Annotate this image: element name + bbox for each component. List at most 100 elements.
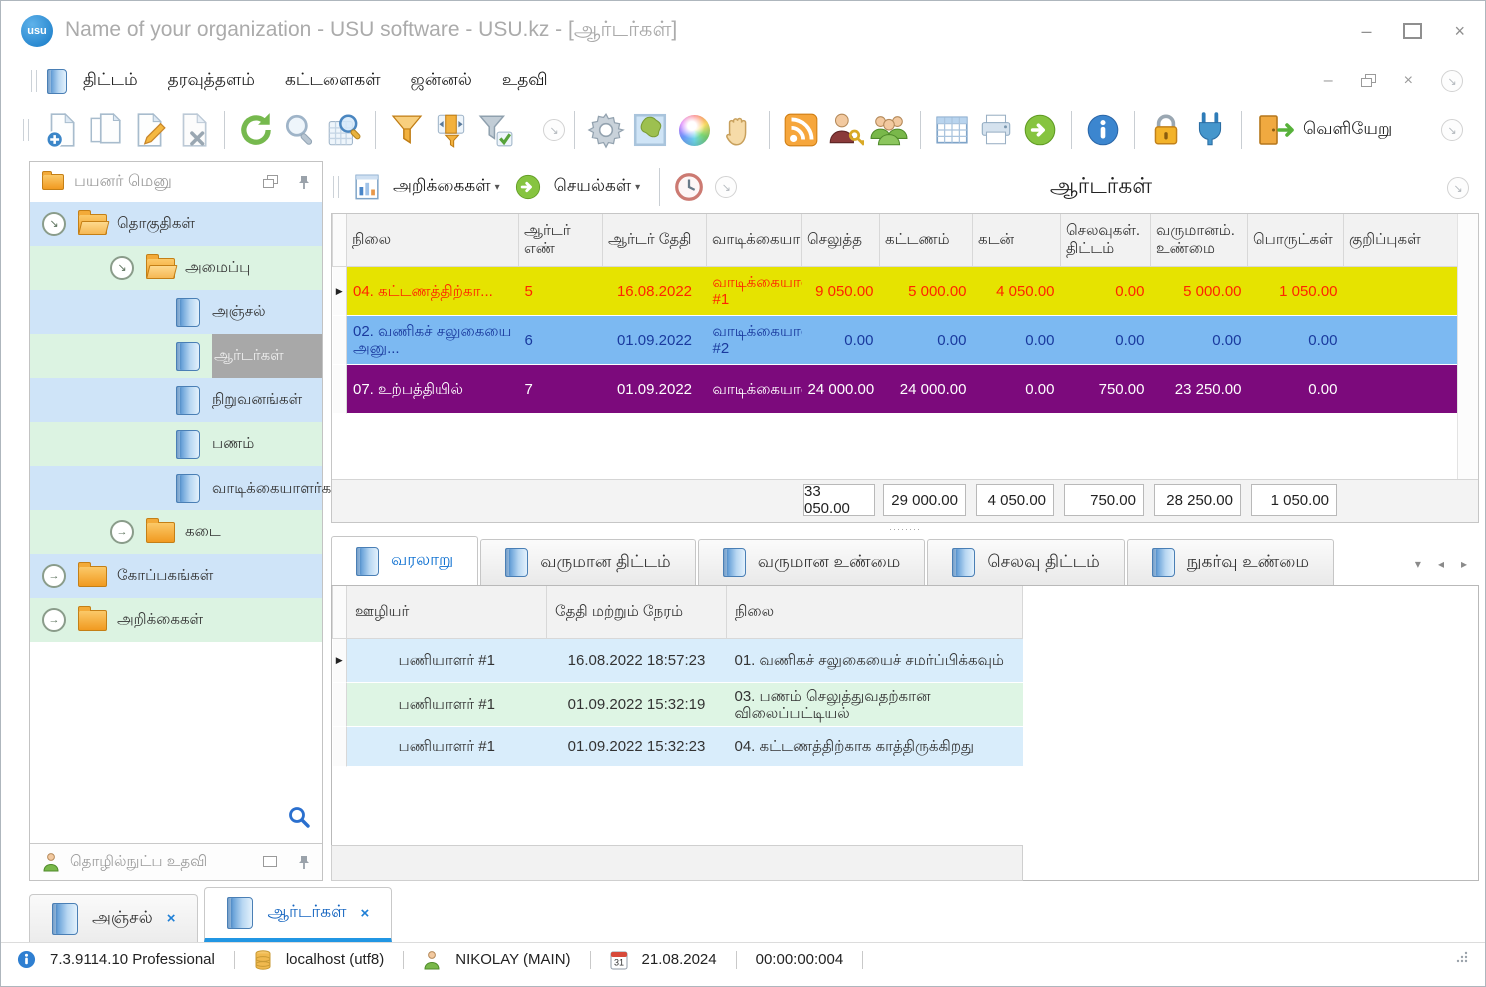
vertical-scrollbar[interactable] [1457,214,1478,480]
mdi-close-button[interactable]: × [1404,72,1413,90]
col-debt[interactable]: கடன் [972,214,1061,267]
mdi-minimize-button[interactable]: – [1324,72,1333,90]
advanced-search-button[interactable] [322,107,366,153]
tree-item-setup[interactable]: ↘ அமைப்பு [30,246,322,290]
splitter-handle[interactable]: ········ [331,521,1479,537]
reports-menu-button[interactable]: அறிக்கைகள் [393,176,491,198]
expander-closed-icon[interactable]: → [110,520,134,544]
colors-button[interactable] [672,107,716,153]
history-row[interactable]: பணியாளர் #1 01.09.2022 15:32:19 03. பணம்… [332,682,1023,727]
settings-button[interactable] [584,107,628,153]
menu-item-window[interactable]: ஜன்னல் [411,70,472,92]
menu-overflow-button[interactable]: ↘ [1441,70,1463,92]
maximize-button[interactable] [1403,23,1423,39]
close-tab-icon[interactable]: × [360,905,369,922]
pin-icon[interactable] [298,855,310,870]
expander-closed-icon[interactable]: → [42,564,66,588]
module-toolbar-grip[interactable] [333,176,339,198]
menu-item-commands[interactable]: கட்டளைகள் [285,70,381,92]
filter-apply-button[interactable] [473,107,517,153]
filter-button[interactable] [385,107,429,153]
scheduler-button[interactable] [669,164,709,210]
col-employee[interactable]: ஊழியர் [346,586,547,639]
tree-item-orders[interactable]: ஆர்டர்கள் [30,334,322,378]
stop-hand-button[interactable] [716,107,760,153]
order-row[interactable]: 02. வணிகச் சலுகையை அனு... 6 01.09.2022 வ… [332,315,1459,365]
tab-scroll-left-button[interactable]: ◂ [1438,557,1444,571]
tab-scroll-right-button[interactable]: ▸ [1461,557,1467,571]
order-row[interactable]: ▶ 04. கட்டணத்திற்கா... 5 16.08.2022 வாடி… [332,266,1459,316]
user-access-button[interactable] [823,107,867,153]
expander-open-icon[interactable]: ↘ [42,212,66,236]
lock-button[interactable] [1144,107,1188,153]
col-status[interactable]: நிலை [346,214,519,267]
tech-support-panel[interactable]: தொழில்நுட்ப உதவி [30,843,322,880]
map-button[interactable] [628,107,672,153]
tree-item-companies[interactable]: நிறுவனங்கள் [30,378,322,422]
close-tab-icon[interactable]: × [167,910,176,927]
col-order-number[interactable]: ஆர்டர் எண் [518,214,603,267]
col-expenses-plan[interactable]: செலவுகள். திட்டம் [1060,214,1151,267]
tab-expense-plan[interactable]: செலவு திட்டம் [927,539,1125,585]
exit-button[interactable]: வெளியேறு [1255,111,1392,149]
menu-item-help[interactable]: உதவி [502,70,548,92]
minimize-button[interactable]: – [1361,21,1371,42]
tree-item-directories[interactable]: → கோப்பகங்கள் [30,554,322,598]
col-pay[interactable]: செலுத்த [801,214,880,267]
actions-button[interactable] [510,164,546,210]
filter-panel-button[interactable] [429,107,473,153]
go-next-button[interactable] [1018,107,1062,153]
close-button[interactable]: × [1454,21,1465,42]
history-row[interactable]: பணியாளர் #1 01.09.2022 15:32:23 04. கட்ட… [332,726,1023,767]
menu-grip[interactable] [31,70,37,92]
history-row[interactable]: ▶ பணியாளர் #1 16.08.2022 18:57:23 01. வண… [332,638,1023,683]
tree-item-mail[interactable]: அஞ்சல் [30,290,322,334]
menu-item-database[interactable]: தரவுத்தளம் [168,70,255,92]
actions-menu-button[interactable]: செயல்கள் [554,176,632,198]
toolbar-overflow-button[interactable]: ↘ [543,119,565,141]
grid-view-button[interactable] [930,107,974,153]
window-tab-mail[interactable]: அஞ்சல் × [29,894,199,942]
undock-icon[interactable] [263,175,278,189]
mdi-restore-button[interactable] [1360,74,1376,88]
module-toolbar-overflow-button[interactable]: ↘ [715,176,738,198]
feed-button[interactable] [779,107,823,153]
resize-grip[interactable] [1453,950,1469,970]
refresh-button[interactable] [234,107,278,153]
col-notes[interactable]: குறிப்புகள் [1343,214,1459,267]
tree-item-shop[interactable]: → கடை [30,510,322,554]
tree-item-customers[interactable]: வாடிக்கையாளர்கள் [30,466,345,510]
col-goods[interactable]: பொருட்கள் [1247,214,1344,267]
panel-overflow-button[interactable]: ↘ [1447,177,1469,199]
expand-panel-icon[interactable] [263,856,278,868]
connection-button[interactable] [1188,107,1232,153]
tab-history[interactable]: வரலாறு [331,536,479,585]
edit-record-button[interactable] [127,107,171,153]
tab-list-button[interactable]: ▾ [1415,557,1421,571]
search-button[interactable] [278,107,322,153]
delete-record-button[interactable] [171,107,215,153]
expander-closed-icon[interactable]: → [42,608,66,632]
col-income-fact[interactable]: வருமானம். உண்மை [1150,214,1248,267]
reports-button[interactable] [349,164,385,210]
tab-income-plan[interactable]: வருமான திட்டம் [480,539,696,585]
tab-income-fact[interactable]: வருமான உண்மை [697,539,926,585]
col-customer[interactable]: வாடிக்கையாளர் [706,214,802,267]
order-row[interactable]: 07. உற்பத்தியில் 7 01.09.2022 வாடிக்கையா… [332,364,1459,414]
copy-record-button[interactable] [83,107,127,153]
col-datetime[interactable]: தேதி மற்றும் நேரம் [546,586,727,639]
tree-item-money[interactable]: பணம் [30,422,322,466]
tab-expense-fact[interactable]: நுகர்வு உண்மை [1126,539,1335,585]
expander-open-icon[interactable]: ↘ [110,256,134,280]
toolbar-grip[interactable] [23,119,29,141]
window-tab-orders[interactable]: ஆர்டர்கள் × [204,887,393,942]
col-order-date[interactable]: ஆர்டர் தேதி [602,214,707,267]
menu-item-program[interactable]: திட்டம் [83,70,138,92]
tree-search-button[interactable] [288,806,310,833]
new-record-button[interactable] [39,107,83,153]
col-fee[interactable]: கட்டணம் [879,214,973,267]
col-status[interactable]: நிலை [726,586,1023,639]
toolbar-right-overflow-button[interactable]: ↘ [1441,119,1463,141]
tree-item-modules[interactable]: ↘ தொகுதிகள் [30,202,322,246]
about-button[interactable] [1081,107,1125,153]
